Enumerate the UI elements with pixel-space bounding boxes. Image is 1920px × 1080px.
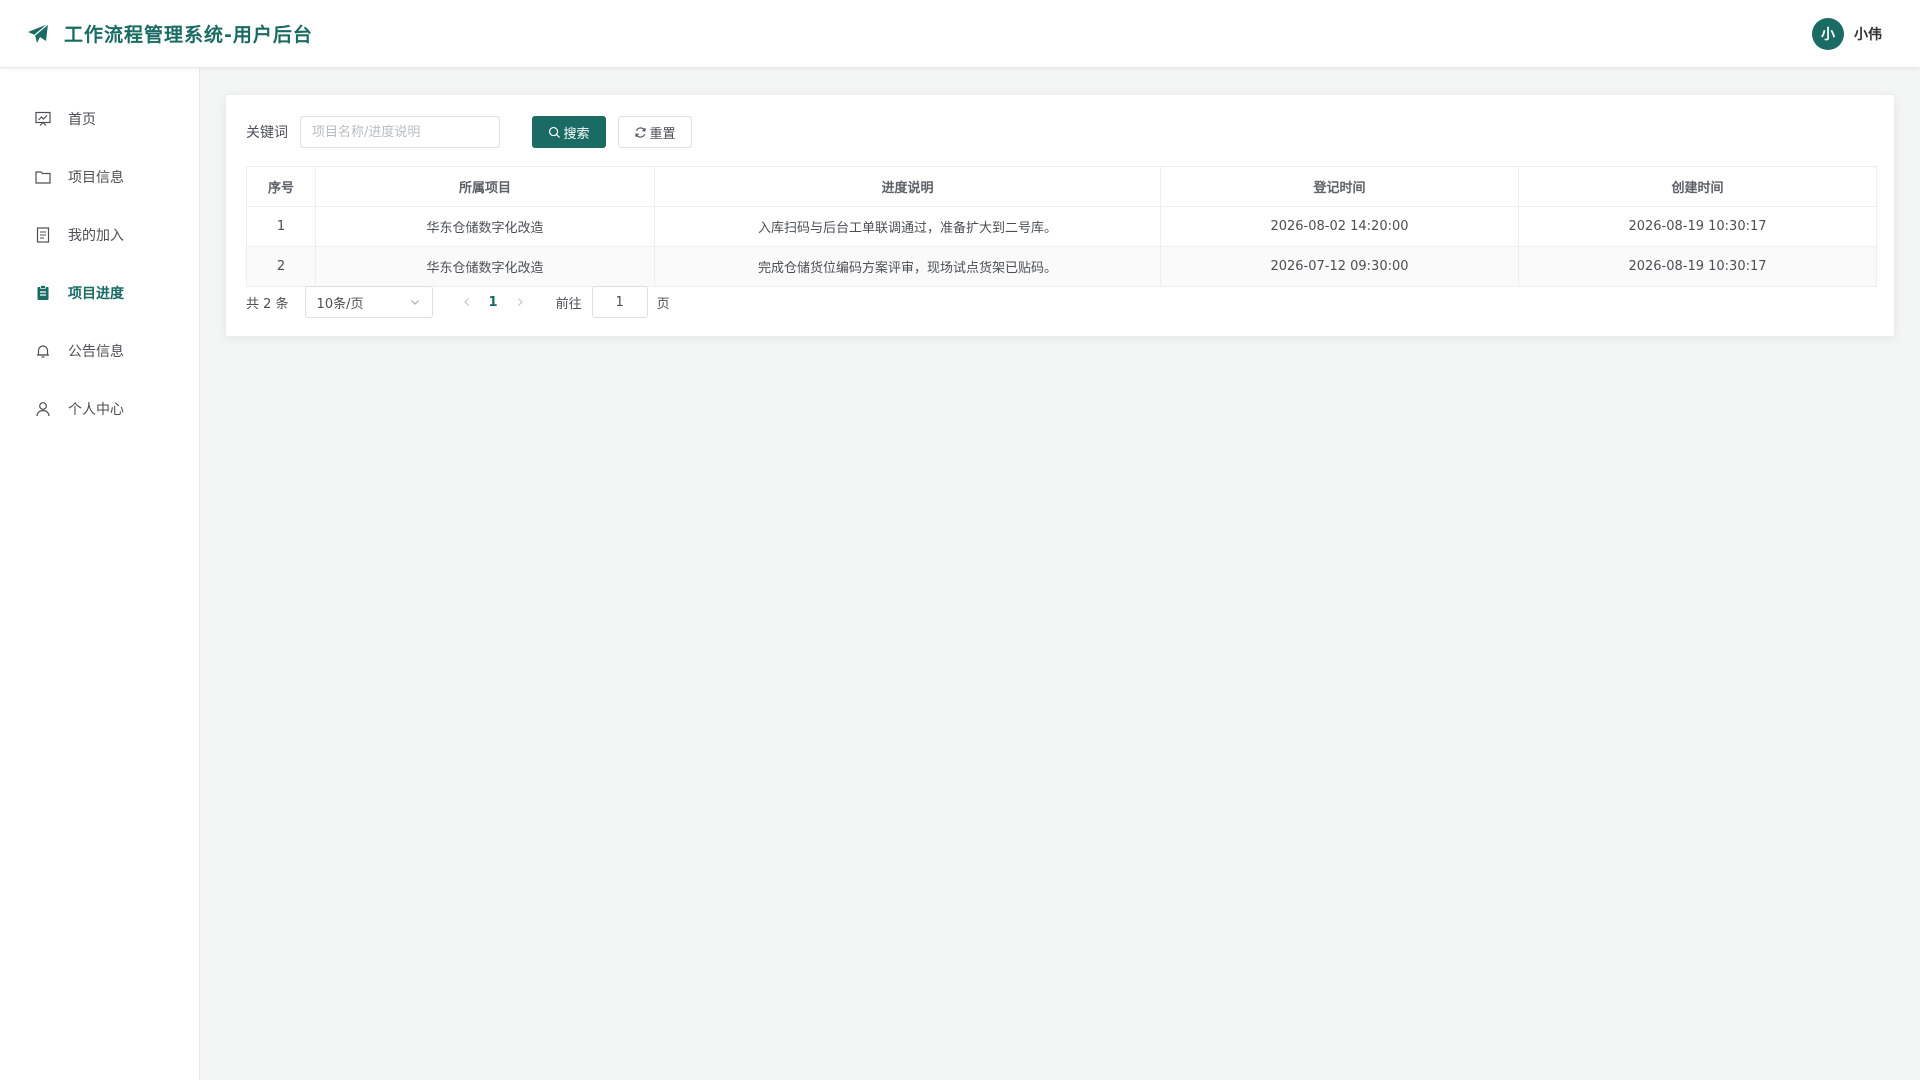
app-title: 工作流程管理系统-用户后台 — [64, 24, 313, 46]
sidebar-item-label: 首页 — [68, 112, 96, 128]
sidebar-item-profile[interactable]: 个人中心 — [0, 380, 199, 438]
cell-index: 2 — [246, 246, 316, 287]
paper-plane-icon — [28, 23, 49, 43]
table-row[interactable]: 1 华东仓储数字化改造 入库扫码与后台工单联调通过，准备扩大到二号库。 2026… — [246, 206, 1877, 247]
keyword-input[interactable] — [300, 116, 500, 148]
cell-progress-note: 入库扫码与后台工单联调通过，准备扩大到二号库。 — [654, 206, 1161, 247]
reset-button[interactable]: 重置 — [618, 116, 692, 148]
page-size-value: 10条/页 — [316, 296, 364, 312]
folder-icon — [35, 171, 51, 184]
goto-page-input[interactable] — [591, 286, 648, 318]
sidebar-item-project-progress[interactable]: 项目进度 — [0, 264, 199, 322]
clipboard-icon — [37, 285, 49, 300]
cell-project: 华东仓储数字化改造 — [315, 246, 655, 287]
table-header-row: 序号 所属项目 进度说明 登记时间 创建时间 — [246, 166, 1877, 207]
page-number-current[interactable]: 1 — [489, 295, 498, 310]
cell-record-time: 2026-07-12 09:30:00 — [1160, 246, 1519, 287]
search-bar: 关键词 搜索 重置 — [246, 116, 692, 148]
user-name[interactable]: 小伟 — [1854, 24, 1882, 44]
refresh-icon — [635, 126, 646, 138]
table-row[interactable]: 2 华东仓储数字化改造 完成仓储货位编码方案评审，现场试点货架已贴码。 2026… — [246, 246, 1877, 287]
sidebar-item-label: 项目进度 — [68, 286, 124, 302]
sidebar: 首页 项目信息 我的加入 项目进度 公告信息 个人中心 — [0, 68, 200, 1080]
sidebar-item-projects[interactable]: 项目信息 — [0, 148, 199, 206]
search-button-label: 搜索 — [563, 126, 590, 142]
goto-label: 前往 — [555, 296, 582, 312]
cell-progress-note: 完成仓储货位编码方案评审，现场试点货架已贴码。 — [654, 246, 1161, 287]
search-button[interactable]: 搜索 — [532, 116, 606, 148]
column-header-progress-note: 进度说明 — [654, 166, 1161, 207]
user-menu[interactable]: 小 小伟 — [1812, 18, 1882, 50]
bell-icon — [37, 345, 49, 358]
sidebar-item-home[interactable]: 首页 — [0, 90, 199, 148]
top-header: 工作流程管理系统-用户后台 小 小伟 — [0, 0, 1920, 68]
reset-button-label: 重置 — [649, 126, 676, 142]
brand: 工作流程管理系统-用户后台 — [26, 20, 313, 47]
next-page-button[interactable] — [510, 292, 530, 312]
avatar[interactable]: 小 — [1812, 18, 1844, 50]
cell-project: 华东仓储数字化改造 — [315, 206, 655, 247]
search-icon — [549, 126, 561, 138]
sidebar-item-label: 我的加入 — [68, 228, 124, 244]
dashboard-icon — [35, 111, 51, 126]
sidebar-item-label: 个人中心 — [68, 402, 124, 418]
cell-created-time: 2026-08-19 10:30:17 — [1518, 246, 1877, 287]
chevron-down-icon — [410, 300, 419, 305]
column-header-record-time: 登记时间 — [1160, 166, 1519, 207]
progress-panel: 关键词 搜索 重置 — [225, 94, 1895, 337]
column-header-index: 序号 — [246, 166, 316, 207]
chevron-left-icon — [463, 298, 469, 306]
total-count: 共 2 条 — [246, 296, 289, 312]
keyword-label: 关键词 — [246, 125, 288, 141]
cell-record-time: 2026-08-02 14:20:00 — [1160, 206, 1519, 247]
column-header-created-time: 创建时间 — [1518, 166, 1877, 207]
sidebar-item-label: 公告信息 — [68, 344, 124, 360]
prev-page-button[interactable] — [457, 292, 477, 312]
chevron-right-icon — [517, 298, 523, 306]
user-icon — [36, 402, 50, 417]
goto-suffix: 页 — [656, 296, 670, 312]
page-size-select[interactable]: 10条/页 — [304, 286, 433, 318]
cell-index: 1 — [246, 206, 316, 247]
cell-created-time: 2026-08-19 10:30:17 — [1518, 206, 1877, 247]
column-header-project: 所属项目 — [315, 166, 655, 207]
sidebar-item-announcements[interactable]: 公告信息 — [0, 322, 199, 380]
progress-table: 序号 所属项目 进度说明 登记时间 创建时间 1 华东仓储数字化改造 入库扫码与… — [246, 166, 1877, 287]
sidebar-item-label: 项目信息 — [68, 170, 124, 186]
pagination: 共 2 条 10条/页 1 前往 页 — [246, 286, 670, 318]
document-icon — [36, 227, 50, 243]
sidebar-item-my-joined[interactable]: 我的加入 — [0, 206, 199, 264]
